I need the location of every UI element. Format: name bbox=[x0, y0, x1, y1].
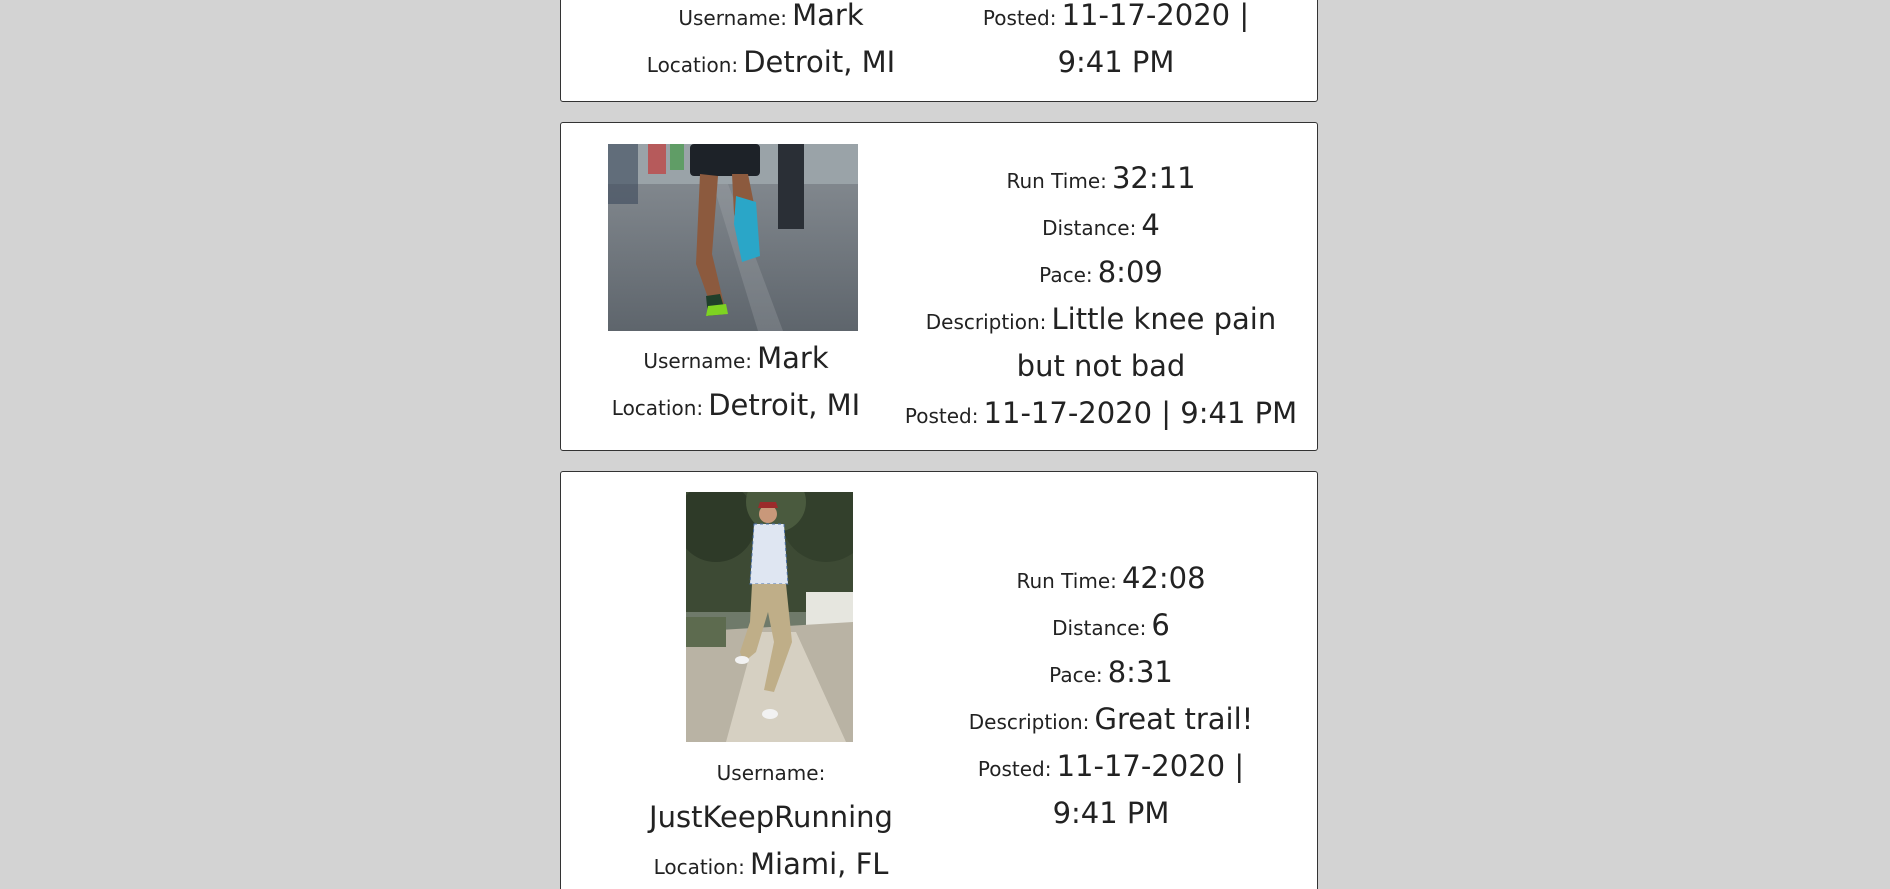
run-time-value: 42:08 bbox=[1121, 561, 1206, 595]
user-info: Username: JustKeepRunning Location: Miam… bbox=[621, 752, 921, 889]
pace-row: Pace: 8:31 bbox=[961, 651, 1261, 698]
username-row: Username: Mark bbox=[591, 337, 881, 384]
pace-label: Pace: bbox=[1049, 663, 1103, 687]
description-row: Description: Little knee pain but not ba… bbox=[901, 298, 1301, 392]
pace-value: 8:31 bbox=[1107, 655, 1173, 689]
posted-row: Posted: 11-17-2020 | 9:41 PM bbox=[901, 392, 1301, 439]
description-label: Description: bbox=[925, 310, 1047, 334]
runner-trail-photo bbox=[686, 492, 853, 742]
distance-row: Distance: 4 bbox=[901, 204, 1301, 251]
run-time-row: Run Time: 42:08 bbox=[961, 557, 1261, 604]
run-info: Run Time: 42:08 Distance: 6 Pace: 8:31 D… bbox=[961, 557, 1261, 839]
username-value: JustKeepRunning bbox=[649, 800, 893, 834]
description-label: Description: bbox=[968, 710, 1090, 734]
location-label: Location: bbox=[611, 396, 704, 420]
runner-legs-photo bbox=[608, 144, 858, 331]
location-label: Location: bbox=[646, 53, 739, 77]
distance-label: Distance: bbox=[1052, 616, 1147, 640]
user-info: Username: Mark Location: Detroit, MI bbox=[641, 0, 901, 88]
distance-value: 4 bbox=[1141, 208, 1160, 242]
username-label: Username: bbox=[716, 761, 826, 785]
run-time-value: 32:11 bbox=[1111, 161, 1196, 195]
username-value: Mark bbox=[792, 0, 864, 32]
run-info: Posted: 11-17-2020 | 9:41 PM bbox=[971, 0, 1261, 88]
location-row: Location: Miami, FL bbox=[621, 843, 921, 889]
username-row: Username: bbox=[621, 752, 921, 796]
location-row: Location: Detroit, MI bbox=[591, 384, 881, 431]
distance-value: 6 bbox=[1151, 608, 1170, 642]
posted-value: 11-17-2020 | 9:41 PM bbox=[1052, 749, 1245, 830]
username-label: Username: bbox=[678, 6, 788, 30]
location-value: Miami, FL bbox=[749, 847, 889, 881]
posted-value: 11-17-2020 | 9:41 PM bbox=[983, 396, 1298, 430]
pace-row: Pace: 8:09 bbox=[901, 251, 1301, 298]
pace-value: 8:09 bbox=[1097, 255, 1163, 289]
posted-label: Posted: bbox=[982, 6, 1057, 30]
distance-row: Distance: 6 bbox=[961, 604, 1261, 651]
run-post-card: Username: Mark Location: Detroit, MI Run… bbox=[560, 122, 1318, 451]
run-post-card: Username: JustKeepRunning Location: Miam… bbox=[560, 471, 1318, 889]
posted-row: Posted: 11-17-2020 | 9:41 PM bbox=[961, 745, 1261, 839]
posted-label: Posted: bbox=[977, 757, 1052, 781]
run-feed: Username: Mark Location: Detroit, MI Pos… bbox=[0, 0, 1890, 889]
user-info: Username: Mark Location: Detroit, MI bbox=[591, 337, 881, 431]
posted-row: Posted: 11-17-2020 | 9:41 PM bbox=[971, 0, 1261, 88]
username-row: Username: Mark bbox=[641, 0, 901, 41]
username-value-row: JustKeepRunning bbox=[621, 796, 921, 843]
location-label: Location: bbox=[653, 855, 745, 879]
description-value: Great trail! bbox=[1094, 702, 1254, 736]
location-value: Detroit, MI bbox=[743, 45, 896, 79]
run-post-card: Username: Mark Location: Detroit, MI Pos… bbox=[560, 0, 1318, 102]
username-value: Mark bbox=[757, 341, 829, 375]
run-photo bbox=[608, 144, 858, 331]
run-time-row: Run Time: 32:11 bbox=[901, 157, 1301, 204]
posted-value: 11-17-2020 | 9:41 PM bbox=[1057, 0, 1250, 79]
pace-label: Pace: bbox=[1039, 263, 1093, 287]
run-photo bbox=[686, 492, 853, 742]
username-label: Username: bbox=[643, 349, 753, 373]
run-info: Run Time: 32:11 Distance: 4 Pace: 8:09 D… bbox=[901, 157, 1301, 439]
description-value: Little knee pain but not bad bbox=[1016, 302, 1277, 383]
location-value: Detroit, MI bbox=[708, 388, 861, 422]
run-time-label: Run Time: bbox=[1006, 169, 1107, 193]
run-time-label: Run Time: bbox=[1016, 569, 1117, 593]
distance-label: Distance: bbox=[1042, 216, 1137, 240]
location-row: Location: Detroit, MI bbox=[641, 41, 901, 88]
posted-label: Posted: bbox=[904, 404, 979, 428]
description-row: Description: Great trail! bbox=[961, 698, 1261, 745]
